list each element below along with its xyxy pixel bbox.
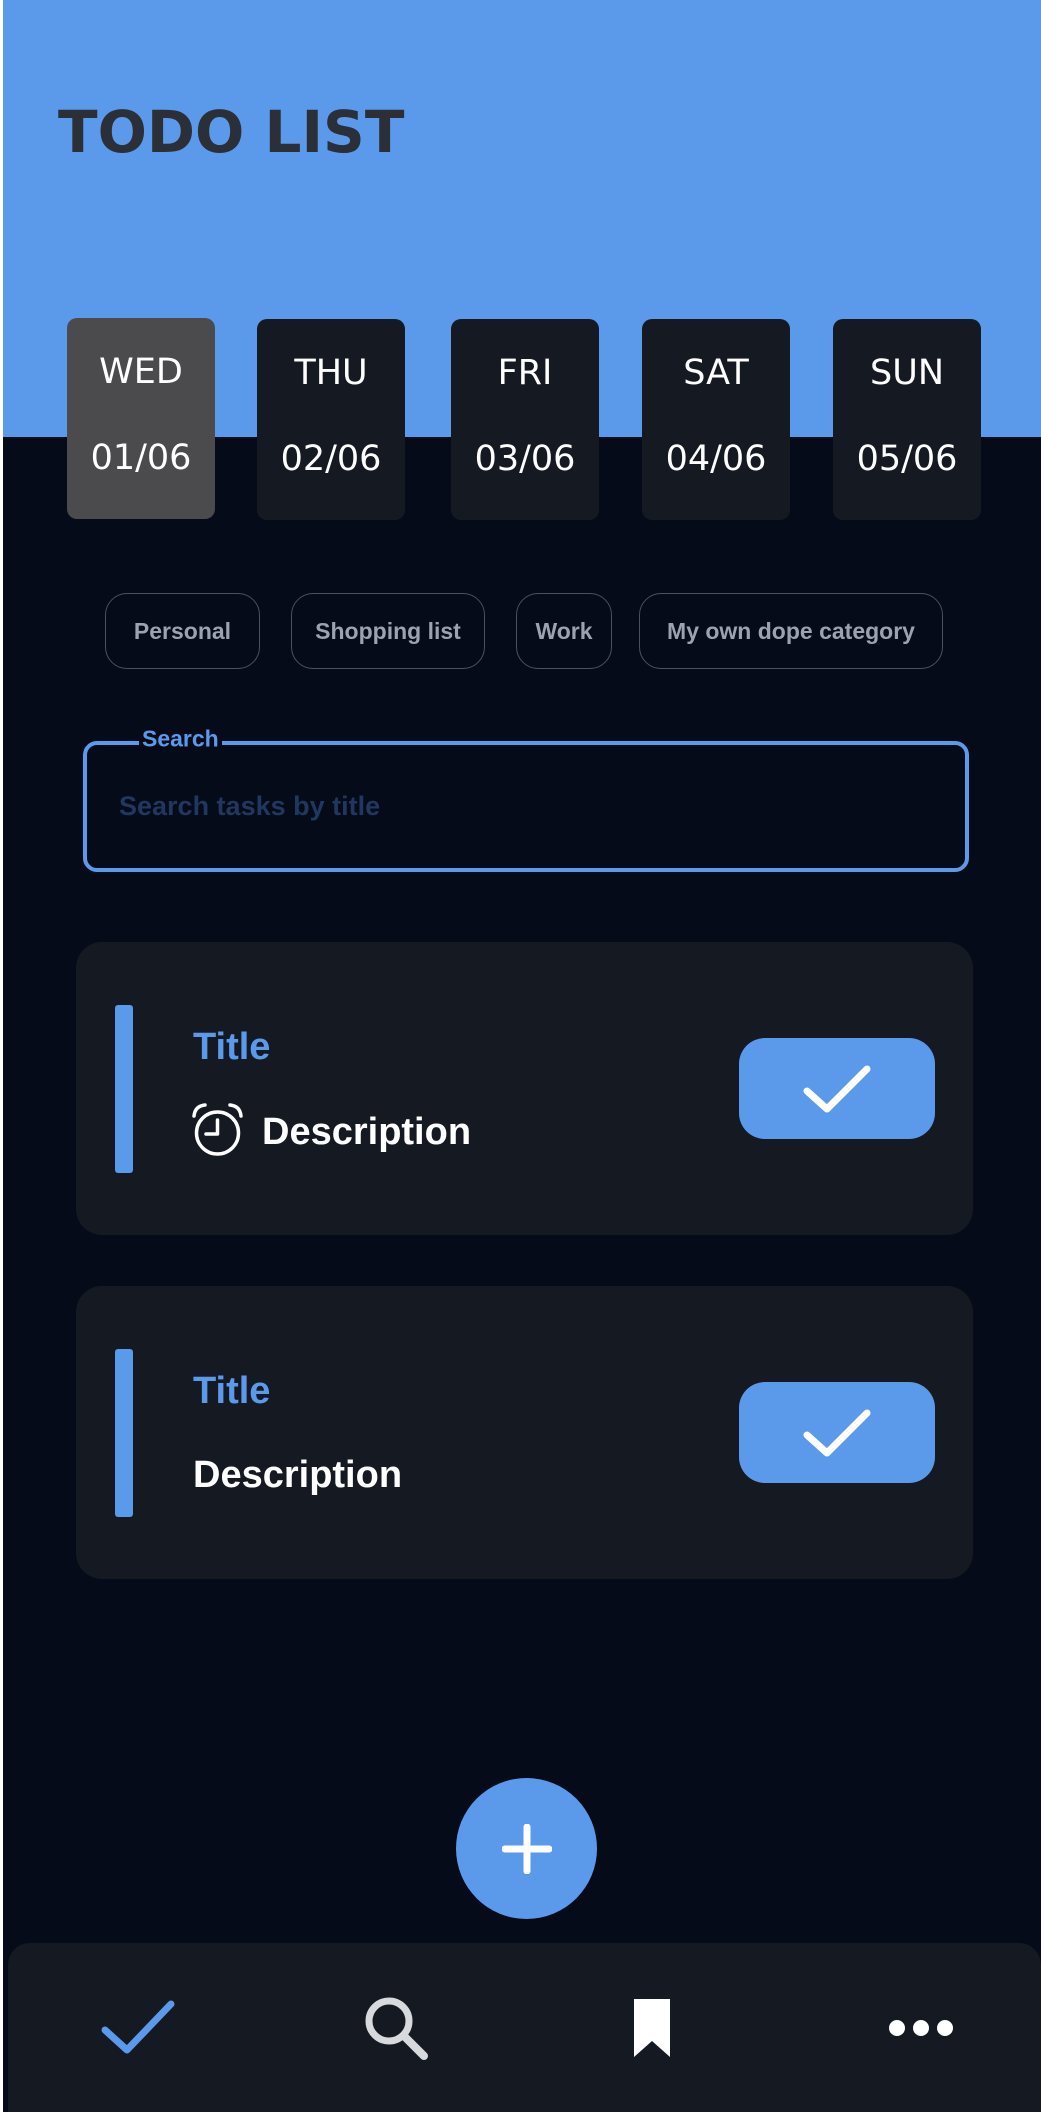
category-chip-work[interactable]: Work bbox=[516, 593, 612, 669]
day-name: THU bbox=[294, 353, 368, 393]
task-title: Title bbox=[193, 1026, 271, 1068]
day-selector: WED 01/06 THU 02/06 FRI 03/06 SAT 04/06 … bbox=[0, 318, 1041, 521]
bookmark-icon bbox=[634, 1998, 670, 2057]
search-field[interactable]: Search bbox=[83, 725, 969, 872]
complete-task-button[interactable] bbox=[739, 1382, 935, 1483]
day-name: SAT bbox=[683, 353, 749, 393]
checkmark-icon bbox=[803, 1409, 871, 1456]
day-name: FRI bbox=[497, 353, 553, 393]
nav-more[interactable] bbox=[861, 1943, 981, 2112]
day-thu[interactable]: THU 02/06 bbox=[257, 319, 405, 520]
alarm-clock-icon bbox=[192, 1103, 243, 1156]
app-title: TODO LIST bbox=[58, 98, 405, 166]
nav-search[interactable] bbox=[336, 1943, 456, 2112]
search-label: Search bbox=[139, 725, 222, 753]
checkmark-icon bbox=[803, 1065, 871, 1112]
nav-tasks[interactable] bbox=[78, 1943, 198, 2112]
day-sun[interactable]: SUN 05/06 bbox=[833, 319, 981, 520]
bottom-navigation bbox=[8, 1943, 1041, 2112]
checkmark-icon bbox=[101, 2000, 175, 2053]
task-description: Description bbox=[193, 1454, 403, 1496]
day-fri[interactable]: FRI 03/06 bbox=[451, 319, 599, 520]
plus-icon bbox=[501, 1823, 552, 1874]
task-description: Description bbox=[262, 1111, 472, 1153]
day-date: 03/06 bbox=[474, 439, 576, 479]
day-name: SUN bbox=[869, 353, 945, 393]
category-chip-shopping-list[interactable]: Shopping list bbox=[291, 593, 485, 669]
category-chips: Personal Shopping list Work My own dope … bbox=[0, 593, 1041, 669]
task-card[interactable]: Title Description bbox=[76, 1286, 973, 1579]
add-task-button[interactable] bbox=[456, 1778, 597, 1919]
task-card[interactable]: Title Description bbox=[76, 942, 973, 1235]
day-name: WED bbox=[99, 352, 183, 392]
more-horizontal-icon bbox=[889, 2019, 953, 2036]
day-wed[interactable]: WED 01/06 bbox=[67, 318, 215, 519]
search-icon bbox=[365, 1997, 428, 2060]
nav-bookmarks[interactable] bbox=[592, 1943, 712, 2112]
day-date: 05/06 bbox=[856, 439, 958, 479]
task-accent-bar bbox=[115, 1349, 133, 1517]
day-date: 02/06 bbox=[280, 439, 382, 479]
category-chip-custom[interactable]: My own dope category bbox=[639, 593, 943, 669]
task-title: Title bbox=[193, 1370, 271, 1412]
search-input[interactable] bbox=[119, 781, 919, 831]
complete-task-button[interactable] bbox=[739, 1038, 935, 1139]
category-chip-personal[interactable]: Personal bbox=[105, 593, 260, 669]
day-date: 01/06 bbox=[90, 438, 192, 478]
day-sat[interactable]: SAT 04/06 bbox=[642, 319, 790, 520]
day-date: 04/06 bbox=[665, 439, 767, 479]
task-accent-bar bbox=[115, 1005, 133, 1173]
